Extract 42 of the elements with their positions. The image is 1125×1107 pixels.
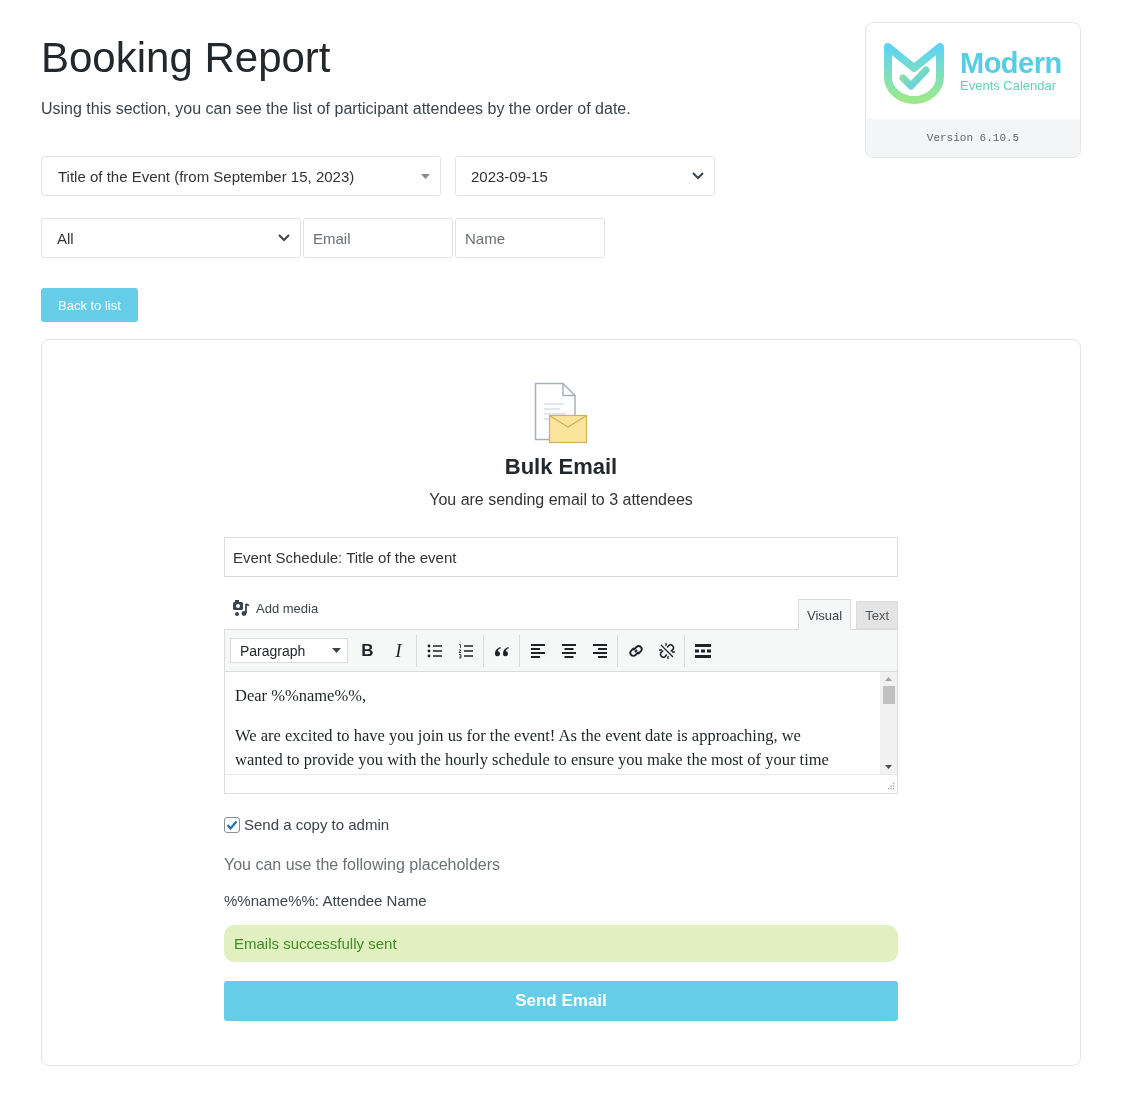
- scrollbar-thumb[interactable]: [882, 686, 895, 704]
- checkbox[interactable]: [224, 816, 240, 833]
- caret-down-icon: [421, 173, 430, 179]
- editor-paragraph: Dear %%name%%,: [235, 685, 368, 707]
- select-field[interactable]: All: [41, 218, 301, 258]
- version-label: Version 6.10.5: [926, 132, 1020, 144]
- logo-tagline: Events Calendar: [960, 78, 1058, 93]
- add-media-button[interactable]: Add media: [232, 600, 319, 617]
- select-field[interactable]: 2023-09-15: [455, 156, 715, 196]
- media-icon: [232, 600, 250, 617]
- bulk-email-title: Bulk Email: [504, 454, 618, 480]
- bold-button[interactable]: B: [352, 635, 383, 666]
- placeholders-hint: You can use the following placeholders: [224, 855, 501, 875]
- caret-down-icon: [332, 648, 341, 653]
- bulk-email-subtitle: You are sending email to 3 attendees: [429, 490, 693, 510]
- chevron-down-icon: [692, 172, 704, 180]
- editor-paragraph: We are excited to have you join us for the event! As the event date is approaching, we wanted to provide you with the hourly schedule to ensure you make the most of your time: [235, 725, 830, 771]
- placeholder-item: %%name%%: Attendee Name: [224, 891, 427, 911]
- success-alert: Emails successfully sent: [224, 925, 898, 962]
- chevron-down-icon: [278, 234, 290, 242]
- editor-tab[interactable]: Text: [856, 601, 898, 629]
- align-right-icon: [590, 641, 609, 660]
- italic-button[interactable]: I: [383, 635, 414, 666]
- broken-link-icon: [657, 641, 676, 660]
- align-left-icon: [528, 641, 547, 660]
- scrollbar[interactable]: [880, 672, 897, 774]
- scroll-down-icon[interactable]: [885, 765, 892, 769]
- logo-brand: Modern: [960, 49, 1062, 78]
- text-input-field[interactable]: Email: [303, 218, 453, 258]
- event-select[interactable]: Title of the Event (from September 15, 2023): [41, 156, 441, 196]
- page-title: Booking Report: [41, 35, 331, 81]
- document-envelope-icon: [534, 382, 588, 444]
- editor-tab[interactable]: Visual: [797, 599, 852, 630]
- format-select[interactable]: Paragraph: [230, 638, 348, 663]
- resize-handle-icon[interactable]: [886, 782, 895, 791]
- toolbar-toggle-icon: [693, 641, 712, 660]
- checkbox-label: Send a copy to admin: [244, 816, 390, 833]
- page-description: Using this section, you can see the list of participant attendees by the order of date.: [41, 99, 631, 119]
- align-center-icon: [559, 641, 578, 660]
- text-input-field[interactable]: Name: [455, 218, 605, 258]
- subject-field[interactable]: Event Schedule: Title of the event: [224, 537, 898, 577]
- numbered-list-icon: [456, 641, 475, 660]
